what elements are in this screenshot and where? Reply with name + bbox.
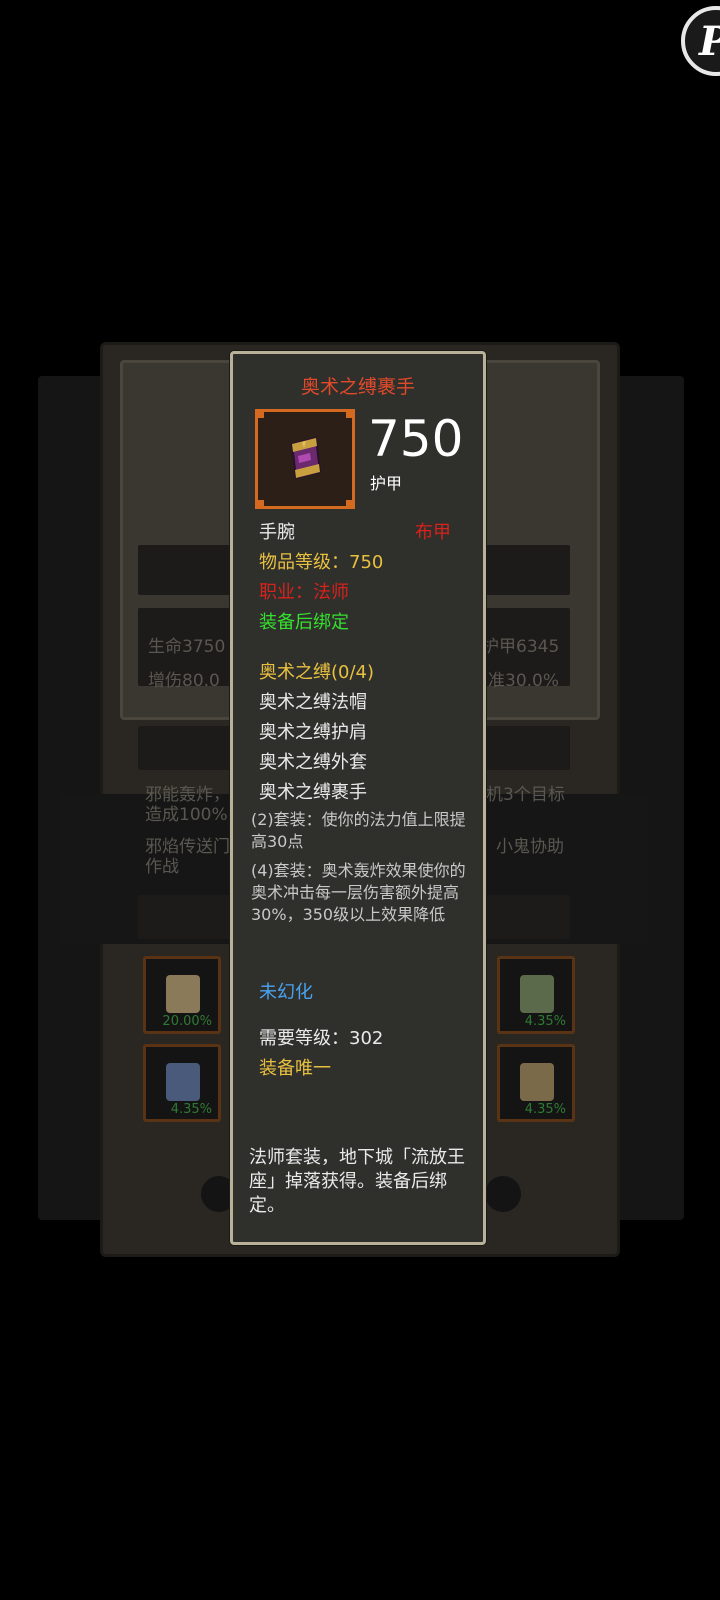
item-icon-frame	[255, 409, 355, 509]
set-bonus-4: (4)套装：奥术轰炸效果使你的奥术冲击每一层伤害额外提高30%，350级以上效果…	[251, 861, 466, 924]
bracer-icon	[520, 1063, 554, 1101]
background-equipment-slot[interactable]: 4.35%	[497, 956, 575, 1034]
item-name: 奥术之缚裹手	[300, 376, 415, 398]
item-tooltip: 奥术之缚裹手 750 护甲 手腕 布甲 物品等级：750 职业：法师 装备后绑定…	[230, 351, 486, 1245]
slot-type: 手腕	[259, 522, 295, 543]
required-level: 需要等级：302	[259, 1028, 384, 1049]
item-level: 物品等级：750	[259, 552, 384, 573]
boots-icon	[166, 975, 200, 1013]
background-equipment-slot[interactable]: 4.35%	[143, 1044, 221, 1122]
bracer-icon	[290, 436, 322, 480]
background-stat-damage: 增伤80.0	[148, 671, 220, 691]
armor-type: 布甲	[415, 522, 451, 543]
armor-label: 护甲	[370, 474, 403, 493]
background-skill-text: 作战	[145, 857, 179, 877]
background-skill-text: 机3个目标	[486, 785, 565, 805]
background-stat-armor: 护甲6345	[482, 637, 560, 657]
background-page-dot[interactable]	[485, 1176, 521, 1212]
set-item: 奥术之缚护肩	[259, 722, 367, 743]
item-description: 法师套装，地下城「流放王座」掉落获得。装备后绑定。	[249, 1147, 465, 1216]
unique-equipped: 装备唯一	[259, 1058, 331, 1079]
background-equipment-slot[interactable]: 4.35%	[497, 1044, 575, 1122]
bind-info: 装备后绑定	[259, 612, 349, 633]
set-name: 奥术之缚(0/4)	[259, 662, 375, 683]
background-skill-text: 小鬼协助	[496, 837, 564, 857]
transmog-status: 未幻化	[259, 982, 313, 1003]
class-requirement: 职业：法师	[259, 582, 349, 603]
background-stat-accuracy: 准30.0%	[488, 671, 560, 691]
set-item: 奥术之缚法帽	[259, 692, 367, 713]
set-item: 奥术之缚外套	[259, 752, 367, 773]
background-skill-text: 造成100%	[145, 805, 228, 825]
background-stat-hp: 生命3750	[148, 637, 226, 657]
background-equipment-slot[interactable]: 20.00%	[143, 956, 221, 1034]
scroll-icon	[166, 1063, 200, 1101]
gloves-icon	[520, 975, 554, 1013]
set-bonus-2: (2)套装：使你的法力值上限提高30点	[251, 810, 466, 851]
floating-assist-icon: P	[699, 18, 720, 65]
set-item: 奥术之缚裹手	[259, 782, 367, 803]
floating-assist-button[interactable]: P	[681, 6, 720, 76]
armor-value: 750	[368, 410, 464, 468]
